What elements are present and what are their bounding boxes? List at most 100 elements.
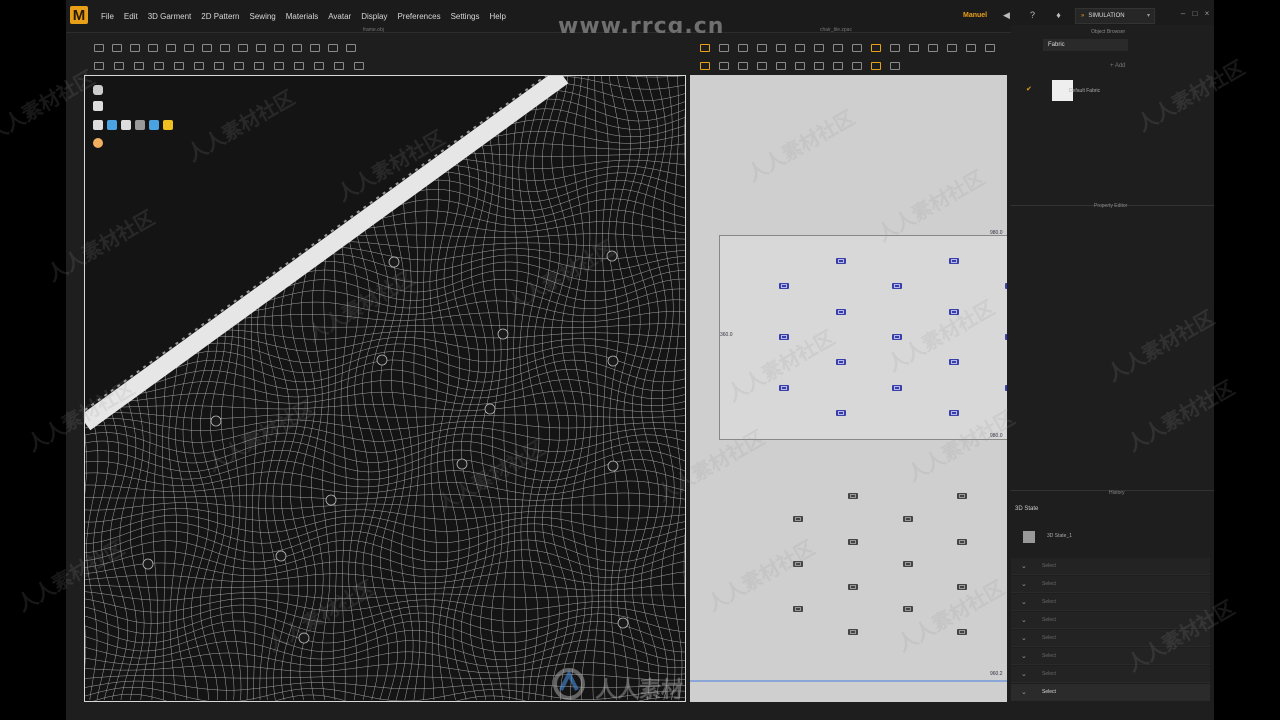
- tool-icon[interactable]: [738, 44, 748, 52]
- button-marker[interactable]: [848, 629, 858, 635]
- viewport-3d[interactable]: [84, 75, 686, 702]
- tool-icon[interactable]: [909, 44, 919, 52]
- tool-icon[interactable]: [148, 44, 158, 52]
- menu-avatar[interactable]: Avatar: [323, 12, 356, 21]
- tool-icon[interactable]: [928, 44, 938, 52]
- history-row[interactable]: ⌄ Select: [1011, 612, 1210, 629]
- tool-icon[interactable]: [738, 62, 748, 70]
- tool-icon[interactable]: [328, 44, 338, 52]
- state-item[interactable]: 3D State_1: [1047, 533, 1072, 539]
- tool-icon[interactable]: [154, 62, 164, 70]
- tool-icon[interactable]: [310, 44, 320, 52]
- avatar-display-icon[interactable]: [93, 101, 103, 111]
- menu-sewing[interactable]: Sewing: [245, 12, 281, 21]
- fabric-blue-icon[interactable]: [107, 120, 117, 130]
- tool-icon[interactable]: [174, 62, 184, 70]
- avatar-head-icon[interactable]: [93, 138, 103, 148]
- tool-icon[interactable]: [274, 44, 284, 52]
- tool-icon[interactable]: [776, 62, 786, 70]
- tool-icon[interactable]: [719, 62, 729, 70]
- speaker-icon[interactable]: ◀: [1001, 10, 1012, 21]
- history-row[interactable]: ⌄ Select: [1011, 630, 1210, 647]
- tool-icon[interactable]: [947, 44, 957, 52]
- button-marker[interactable]: [836, 258, 846, 264]
- strain-icon[interactable]: [149, 120, 159, 130]
- menu-file[interactable]: File: [96, 12, 119, 21]
- tool-icon[interactable]: [194, 62, 204, 70]
- tool-icon[interactable]: [220, 44, 230, 52]
- tool-icon[interactable]: [833, 44, 843, 52]
- state-thumbnail[interactable]: [1023, 531, 1035, 543]
- viewport-2d-pattern[interactable]: 980.0 360.0 980.0 960.2: [690, 75, 1007, 702]
- button-marker[interactable]: [903, 561, 913, 567]
- button-marker[interactable]: [892, 334, 902, 340]
- history-row[interactable]: ⌄ Select: [1011, 648, 1210, 665]
- button-marker[interactable]: [848, 584, 858, 590]
- texture-icon[interactable]: [93, 120, 103, 130]
- tool-icon[interactable]: [346, 44, 356, 52]
- history-row[interactable]: ⌄ Select: [1011, 576, 1210, 593]
- tool-icon[interactable]: [354, 62, 364, 70]
- tool-icon[interactable]: [114, 62, 124, 70]
- button-marker[interactable]: [1005, 385, 1007, 391]
- menu-display[interactable]: Display: [356, 12, 392, 21]
- tool-icon[interactable]: [700, 62, 710, 70]
- tool-icon[interactable]: [238, 44, 248, 52]
- tab-fabric[interactable]: Fabric: [1043, 39, 1128, 51]
- tool-icon[interactable]: [852, 62, 862, 70]
- minimize-icon[interactable]: –: [1178, 9, 1188, 19]
- tool-icon[interactable]: [871, 62, 881, 70]
- button-marker[interactable]: [903, 606, 913, 612]
- button-marker[interactable]: [957, 584, 967, 590]
- shading-icon[interactable]: [121, 120, 131, 130]
- tool-icon[interactable]: [166, 44, 176, 52]
- tool-icon[interactable]: [314, 62, 324, 70]
- mesh-icon[interactable]: [135, 120, 145, 130]
- history-row[interactable]: ⌄ Select: [1011, 684, 1210, 701]
- menu-help[interactable]: Help: [484, 12, 510, 21]
- menu-edit[interactable]: Edit: [119, 12, 143, 21]
- button-marker[interactable]: [848, 493, 858, 499]
- button-marker[interactable]: [949, 410, 959, 416]
- tool-icon[interactable]: [985, 44, 995, 52]
- history-row[interactable]: ⌄ Select: [1011, 594, 1210, 611]
- tool-icon[interactable]: [130, 44, 140, 52]
- tool-icon[interactable]: [890, 44, 900, 52]
- fabric-item-name[interactable]: Default Fabric: [1069, 88, 1100, 94]
- pattern-piece[interactable]: [719, 235, 1007, 440]
- tool-icon[interactable]: [184, 44, 194, 52]
- history-row[interactable]: ⌄ Select: [1011, 558, 1210, 575]
- help-icon[interactable]: ?: [1027, 10, 1038, 21]
- button-marker[interactable]: [949, 258, 959, 264]
- button-marker[interactable]: [949, 359, 959, 365]
- gift-icon[interactable]: ♦: [1053, 10, 1064, 21]
- tool-icon[interactable]: [795, 62, 805, 70]
- menu-3d-garment[interactable]: 3D Garment: [143, 12, 197, 21]
- tool-icon[interactable]: [94, 62, 104, 70]
- button-marker[interactable]: [957, 539, 967, 545]
- button-marker[interactable]: [892, 385, 902, 391]
- tool-icon[interactable]: [256, 44, 266, 52]
- tool-icon[interactable]: [757, 62, 767, 70]
- button-marker[interactable]: [779, 334, 789, 340]
- maximize-icon[interactable]: □: [1190, 9, 1200, 19]
- tool-icon[interactable]: [814, 44, 824, 52]
- tool-icon[interactable]: [334, 62, 344, 70]
- tool-icon[interactable]: [234, 62, 244, 70]
- button-marker[interactable]: [793, 561, 803, 567]
- menu-materials[interactable]: Materials: [281, 12, 323, 21]
- tool-icon[interactable]: [890, 62, 900, 70]
- tool-icon[interactable]: [833, 62, 843, 70]
- tool-icon[interactable]: [294, 62, 304, 70]
- tool-icon[interactable]: [274, 62, 284, 70]
- button-marker[interactable]: [957, 493, 967, 499]
- button-marker[interactable]: [949, 309, 959, 315]
- menu-preferences[interactable]: Preferences: [392, 12, 445, 21]
- menu-settings[interactable]: Settings: [446, 12, 485, 21]
- history-row[interactable]: ⌄ Select: [1011, 666, 1210, 683]
- button-marker[interactable]: [779, 385, 789, 391]
- tool-icon[interactable]: [871, 44, 881, 52]
- tool-icon[interactable]: [292, 44, 302, 52]
- tool-icon[interactable]: [966, 44, 976, 52]
- tool-icon[interactable]: [700, 44, 710, 52]
